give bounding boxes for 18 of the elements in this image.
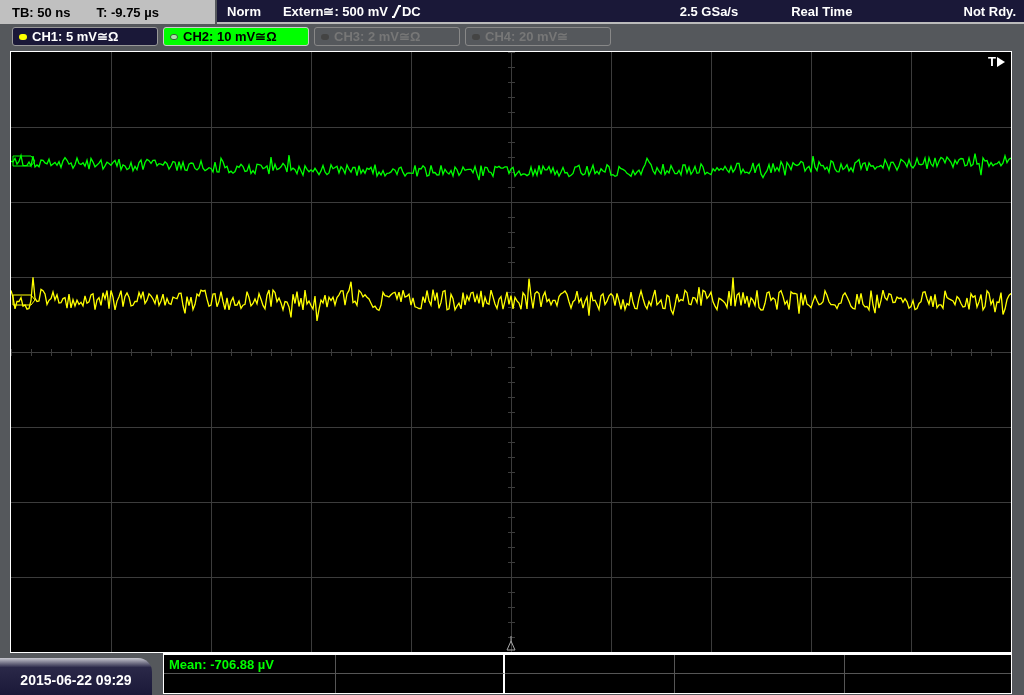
channel-marker-icon [12, 294, 36, 306]
timebase-label: TB: 50 ns [12, 4, 71, 20]
rising-edge-icon [390, 4, 401, 18]
channel-tab[interactable]: CH2: 10 mV≅Ω [163, 27, 309, 46]
channel-tab[interactable]: CH1: 5 mV≅Ω [12, 27, 158, 46]
trigger-source-label: Extern≅: 500 mV [282, 3, 388, 19]
acquisition-mode-label: Real Time [791, 3, 853, 19]
trigger-time-label: T: -9.75 µs [96, 4, 159, 20]
trigger-coupling-label: DC [401, 3, 421, 19]
measurement-reading: Mean: -706.88 µV [169, 656, 275, 672]
date-time-label: 2015-06-22 09:29 [20, 672, 132, 688]
play-arrow-icon [997, 56, 1005, 67]
sample-rate-label: 2.5 GSa/s [679, 3, 739, 19]
trigger-marker-label: T [988, 54, 996, 69]
trigger-position-icon [506, 635, 516, 651]
status-label: Not Rdy. [963, 3, 1016, 19]
channel-marker-icon [12, 155, 36, 167]
trigger-mode-label: Norm [227, 3, 261, 19]
